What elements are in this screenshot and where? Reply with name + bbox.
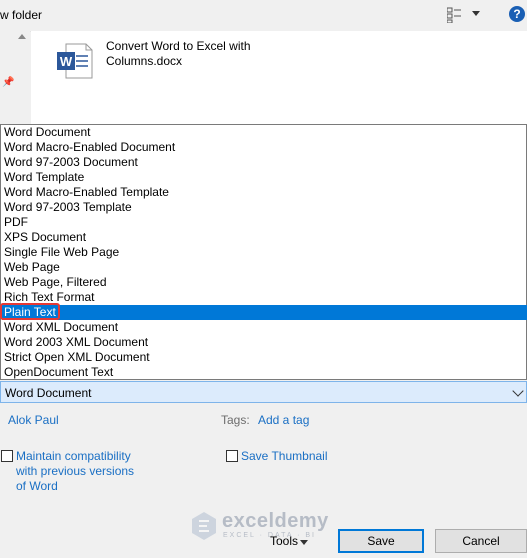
- type-option-single-file-web-page[interactable]: Single File Web Page: [2, 245, 527, 260]
- scroll-up-icon[interactable]: [18, 34, 26, 39]
- tags-label: Tags:: [221, 413, 250, 427]
- save-thumbnail-label[interactable]: Save Thumbnail: [241, 449, 328, 463]
- type-option-word-97-2003-template[interactable]: Word 97-2003 Template: [2, 200, 527, 215]
- type-option-web-page[interactable]: Web Page: [2, 260, 527, 275]
- navigation-scrollbar[interactable]: [14, 31, 30, 124]
- type-option-word-macro-template[interactable]: Word Macro-Enabled Template: [2, 185, 527, 200]
- maintain-compatibility-checkbox[interactable]: [1, 450, 13, 462]
- add-tag-link[interactable]: Add a tag: [258, 413, 309, 427]
- save-button[interactable]: Save: [338, 529, 424, 553]
- type-option-word-97-2003-document[interactable]: Word 97-2003 Document: [2, 155, 527, 170]
- maintain-compatibility-label[interactable]: Maintain compatibility with previous ver…: [16, 449, 136, 494]
- type-option-word-xml[interactable]: Word XML Document: [2, 320, 527, 335]
- help-icon[interactable]: ?: [509, 6, 525, 22]
- type-option-plain-text[interactable]: Plain Text: [2, 305, 527, 320]
- type-option-opendocument-text[interactable]: OpenDocument Text: [2, 365, 527, 380]
- type-option-pdf[interactable]: PDF: [2, 215, 527, 230]
- watermark-name: exceldemy: [222, 510, 329, 532]
- tools-dropdown-arrow-icon[interactable]: [300, 540, 308, 545]
- type-option-word-document[interactable]: Word Document: [2, 125, 527, 140]
- cancel-button[interactable]: Cancel: [435, 529, 527, 553]
- chevron-down-icon[interactable]: [512, 385, 524, 397]
- save-thumbnail-checkbox[interactable]: [226, 450, 238, 462]
- svg-text:W: W: [60, 54, 73, 69]
- word-document-icon: W: [57, 43, 93, 79]
- type-option-web-page-filtered[interactable]: Web Page, Filtered: [2, 275, 527, 290]
- save-as-type-value: Word Document: [5, 386, 92, 400]
- view-dropdown-arrow-icon[interactable]: [472, 11, 480, 16]
- plain-text-highlight-box: [0, 303, 60, 320]
- tools-button[interactable]: Tools: [270, 534, 298, 548]
- type-option-word-template[interactable]: Word Template: [2, 170, 527, 185]
- file-item-name[interactable]: Convert Word to Excel with Columns.docx: [106, 39, 276, 69]
- type-option-word-macro-document[interactable]: Word Macro-Enabled Document: [2, 140, 527, 155]
- type-option-strict-open-xml[interactable]: Strict Open XML Document: [2, 350, 527, 365]
- save-as-type-combobox[interactable]: Word Document: [0, 381, 527, 403]
- save-as-type-list[interactable]: Word Document Word Macro-Enabled Documen…: [0, 124, 527, 380]
- type-option-word-2003-xml[interactable]: Word 2003 XML Document: [2, 335, 527, 350]
- type-option-xps[interactable]: XPS Document: [2, 230, 527, 245]
- view-options-icon[interactable]: [447, 7, 461, 23]
- pin-icon[interactable]: 📌: [2, 77, 14, 88]
- author-value[interactable]: Alok Paul: [8, 413, 59, 427]
- exceldemy-logo-icon: [192, 512, 216, 540]
- new-folder-button[interactable]: w folder: [0, 8, 42, 22]
- type-option-rich-text[interactable]: Rich Text Format: [2, 290, 527, 305]
